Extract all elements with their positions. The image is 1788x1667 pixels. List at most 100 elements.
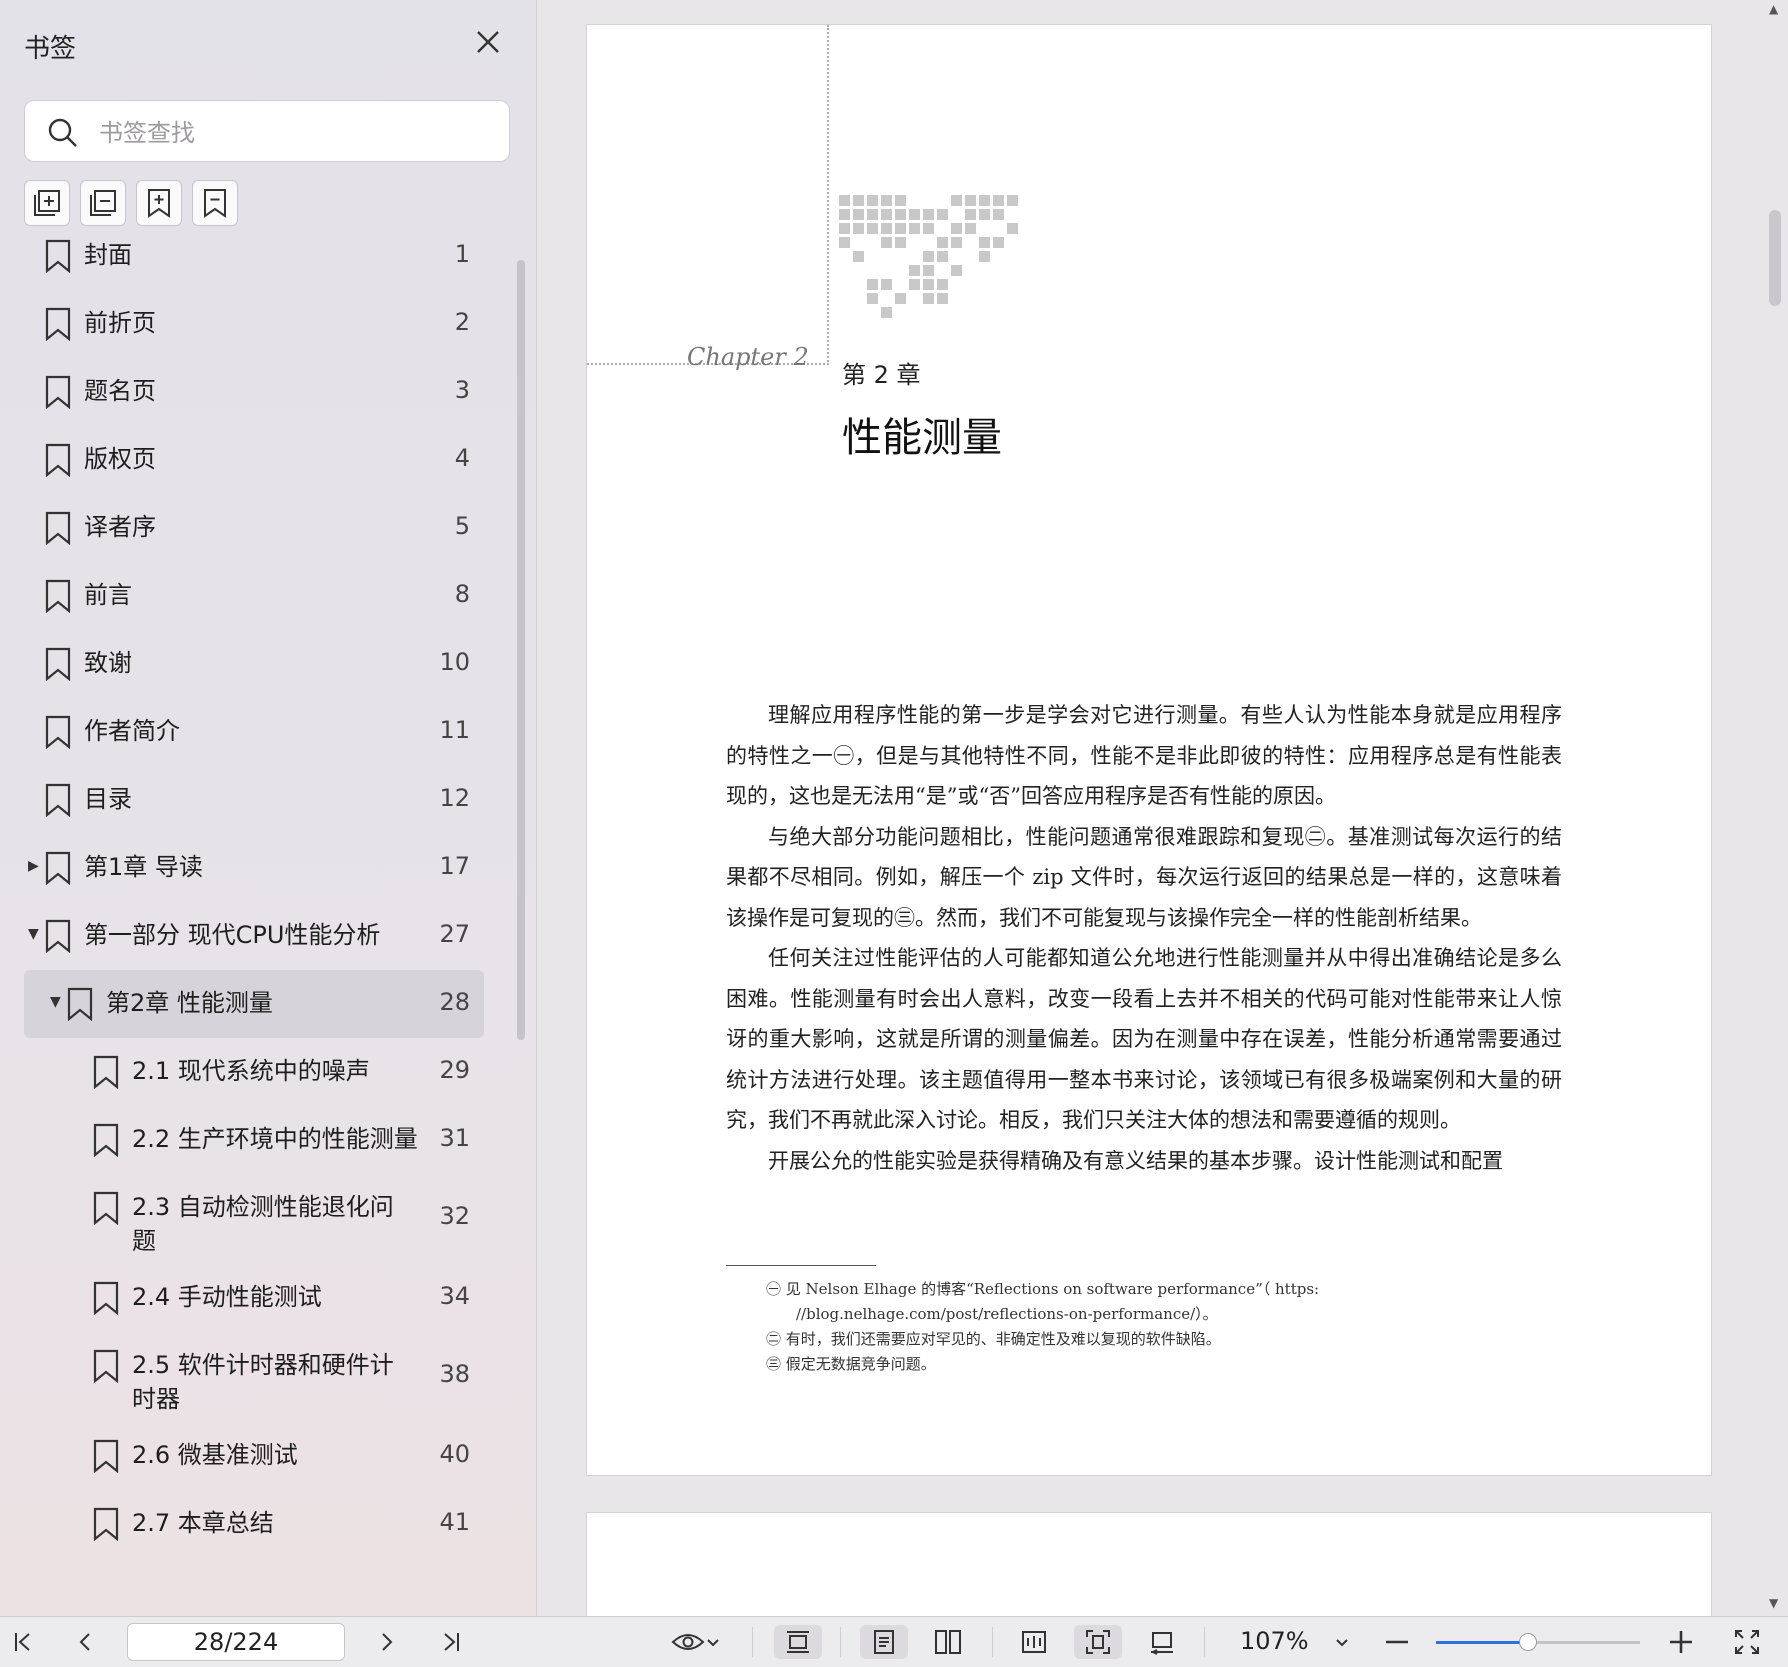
bookmark-page-number: 28 <box>439 988 470 1016</box>
bookmark-label-line: 题 <box>132 1227 156 1255</box>
bookmark-item[interactable]: 作者简介 11 <box>24 698 484 766</box>
previous-page-button[interactable] <box>70 1625 100 1659</box>
bookmark-label: 2.4 手动性能测试 <box>132 1283 322 1311</box>
add-bookmark-button[interactable] <box>136 180 182 226</box>
page-number-input[interactable]: 28/224 <box>127 1623 345 1661</box>
bookmark-label: 题名页 <box>84 377 156 405</box>
bookmark-page-number: 5 <box>454 512 470 540</box>
remove-bookmark-button[interactable] <box>192 180 238 226</box>
zoom-dropdown[interactable] <box>1330 1625 1354 1659</box>
sidebar-scrollbar[interactable] <box>517 260 525 1040</box>
paragraph: 与绝大部分功能问题相比，性能问题通常很难跟踪和复现㊁。基准测试每次运行的结果都不… <box>726 824 1562 930</box>
bookmark-item[interactable]: 2.6 微基准测试 40 <box>24 1422 484 1490</box>
two-page-button[interactable] <box>924 1625 972 1659</box>
eye-icon <box>671 1634 705 1650</box>
bookmark-page-number: 17 <box>439 852 470 880</box>
search-icon <box>48 118 77 147</box>
bookmark-item[interactable]: ▶ 第1章 导读 17 <box>24 834 484 902</box>
bookmark-item[interactable]: 前言 8 <box>24 562 484 630</box>
bookmark-item[interactable]: 2.4 手动性能测试 34 <box>24 1264 484 1332</box>
decorative-dotted-line <box>827 25 829 365</box>
bookmark-item[interactable]: 题名页 3 <box>24 358 484 426</box>
zoom-in-button[interactable] <box>1664 1625 1698 1659</box>
bookmark-label: 第2章 性能测量 <box>106 989 273 1017</box>
bookmark-search-box[interactable] <box>24 100 510 162</box>
bookmark-label-line: 2.3 自动检测性能退化问 <box>132 1193 394 1221</box>
zoom-slider-knob[interactable] <box>1518 1633 1537 1651</box>
bookmark-label: 封面 <box>84 241 132 269</box>
fit-width-icon <box>787 1631 809 1653</box>
document-viewer[interactable]: Chapter 2 第 2 章 性能测量 理解应用程序性能的第一步是学会对它进行… <box>537 0 1788 1616</box>
bookmark-page-number: 29 <box>439 1056 470 1084</box>
paragraph: 任何关注过性能评估的人可能都知道公允地进行性能测量并从中得出准确结论是多么困难。… <box>726 946 1562 1132</box>
chevron-down-icon <box>707 1639 719 1647</box>
bookmark-label-line: 时器 <box>132 1385 180 1413</box>
next-page-button[interactable] <box>372 1625 402 1659</box>
bookmark-item[interactable]: 致谢 10 <box>24 630 484 698</box>
bookmark-page-number: 8 <box>454 580 470 608</box>
zoom-out-button[interactable] <box>1380 1625 1414 1659</box>
toolbar-separator <box>752 1627 753 1657</box>
bookmark-item[interactable]: 2.3 自动检测性能退化问题 32 <box>24 1174 484 1264</box>
bookmark-page-number: 34 <box>439 1282 470 1310</box>
bookmark-icon <box>45 239 71 273</box>
bookmark-item[interactable]: 封面 1 <box>24 222 484 290</box>
bookmark-label: 译者序 <box>84 513 156 541</box>
fit-width-button[interactable] <box>774 1625 822 1659</box>
bookmark-label: 作者简介 <box>84 717 180 745</box>
plus-icon <box>1670 1631 1692 1653</box>
last-page-button[interactable] <box>436 1625 466 1659</box>
single-page-button[interactable] <box>860 1625 908 1659</box>
bookmark-item[interactable]: 版权页 4 <box>24 426 484 494</box>
bookmark-sidebar: 书签 书签查找 封面 1 前折页 2 题名页 3 版权页 4 译者序 5 前言 … <box>0 0 537 1616</box>
minus-icon <box>1386 1640 1408 1644</box>
bookmark-page-number: 32 <box>439 1202 470 1230</box>
bookmark-item[interactable]: 2.2 生产环境中的性能测量 31 <box>24 1106 484 1174</box>
scroll-down-arrow-icon[interactable]: ▼ <box>1769 1596 1778 1610</box>
footnote: ㊂ 假定无数据竞争问题。 <box>766 1355 936 1373</box>
chevron-down-icon <box>1336 1639 1348 1647</box>
bookmark-item[interactable]: 2.1 现代系统中的噪声 29 <box>24 1038 484 1106</box>
zoom-slider[interactable] <box>1436 1633 1640 1651</box>
bookmark-page-number: 2 <box>454 308 470 336</box>
scroll-up-arrow-icon[interactable]: ▲ <box>1769 2 1778 16</box>
viewer-scrollbar-thumb[interactable] <box>1769 210 1781 306</box>
rotate-icon <box>1150 1632 1173 1655</box>
bookmark-item[interactable]: 2.7 本章总结 41 <box>24 1490 484 1558</box>
expanded-triangle-icon[interactable]: ▼ <box>50 994 61 1010</box>
bookmark-item[interactable]: ▼ 第一部分 现代CPU性能分析 27 <box>24 902 484 970</box>
bookmark-icon <box>45 443 71 477</box>
first-page-button[interactable] <box>8 1625 38 1659</box>
bookmark-page-number: 3 <box>454 376 470 404</box>
fit-page-button[interactable] <box>1074 1625 1122 1659</box>
bookmark-item[interactable]: 译者序 5 <box>24 494 484 562</box>
collapse-all-button[interactable] <box>80 180 126 226</box>
bookmark-item[interactable]: 目录 12 <box>24 766 484 834</box>
view-mode-dropdown[interactable] <box>664 1625 728 1659</box>
bookmark-page-number: 12 <box>439 784 470 812</box>
expanded-triangle-icon[interactable]: ▼ <box>28 926 39 942</box>
zoom-level[interactable]: 107% <box>1240 1627 1309 1655</box>
bookmark-label: 2.1 现代系统中的噪声 <box>132 1057 370 1085</box>
bottom-toolbar: 28/224 107% <box>0 1616 1788 1667</box>
bookmark-label: 目录 <box>84 785 132 813</box>
bookmark-icon <box>93 1281 119 1315</box>
rotate-button[interactable] <box>1138 1625 1186 1659</box>
bookmark-label: 版权页 <box>84 445 156 473</box>
bookmark-icon <box>93 1507 119 1541</box>
fullscreen-button[interactable] <box>1730 1625 1764 1659</box>
toolbar-separator <box>840 1627 841 1657</box>
bookmark-item[interactable]: 前折页 2 <box>24 290 484 358</box>
bookmark-icon <box>93 1123 119 1157</box>
bookmark-search-input[interactable] <box>97 113 491 153</box>
collapsed-triangle-icon[interactable]: ▶ <box>28 858 39 874</box>
sidebar-title: 书签 <box>24 34 77 64</box>
book-view-button[interactable] <box>1010 1625 1058 1659</box>
bookmark-item[interactable]: 2.5 软件计时器和硬件计 时器 38 <box>24 1332 484 1422</box>
close-icon[interactable] <box>472 26 504 58</box>
bookmark-label: 前言 <box>84 581 132 609</box>
bookmark-icon <box>45 511 71 545</box>
bookmark-page-number: 31 <box>439 1124 470 1152</box>
expand-all-button[interactable] <box>24 180 70 226</box>
bookmark-item[interactable]: ▼ 第2章 性能测量 28 <box>24 970 484 1038</box>
